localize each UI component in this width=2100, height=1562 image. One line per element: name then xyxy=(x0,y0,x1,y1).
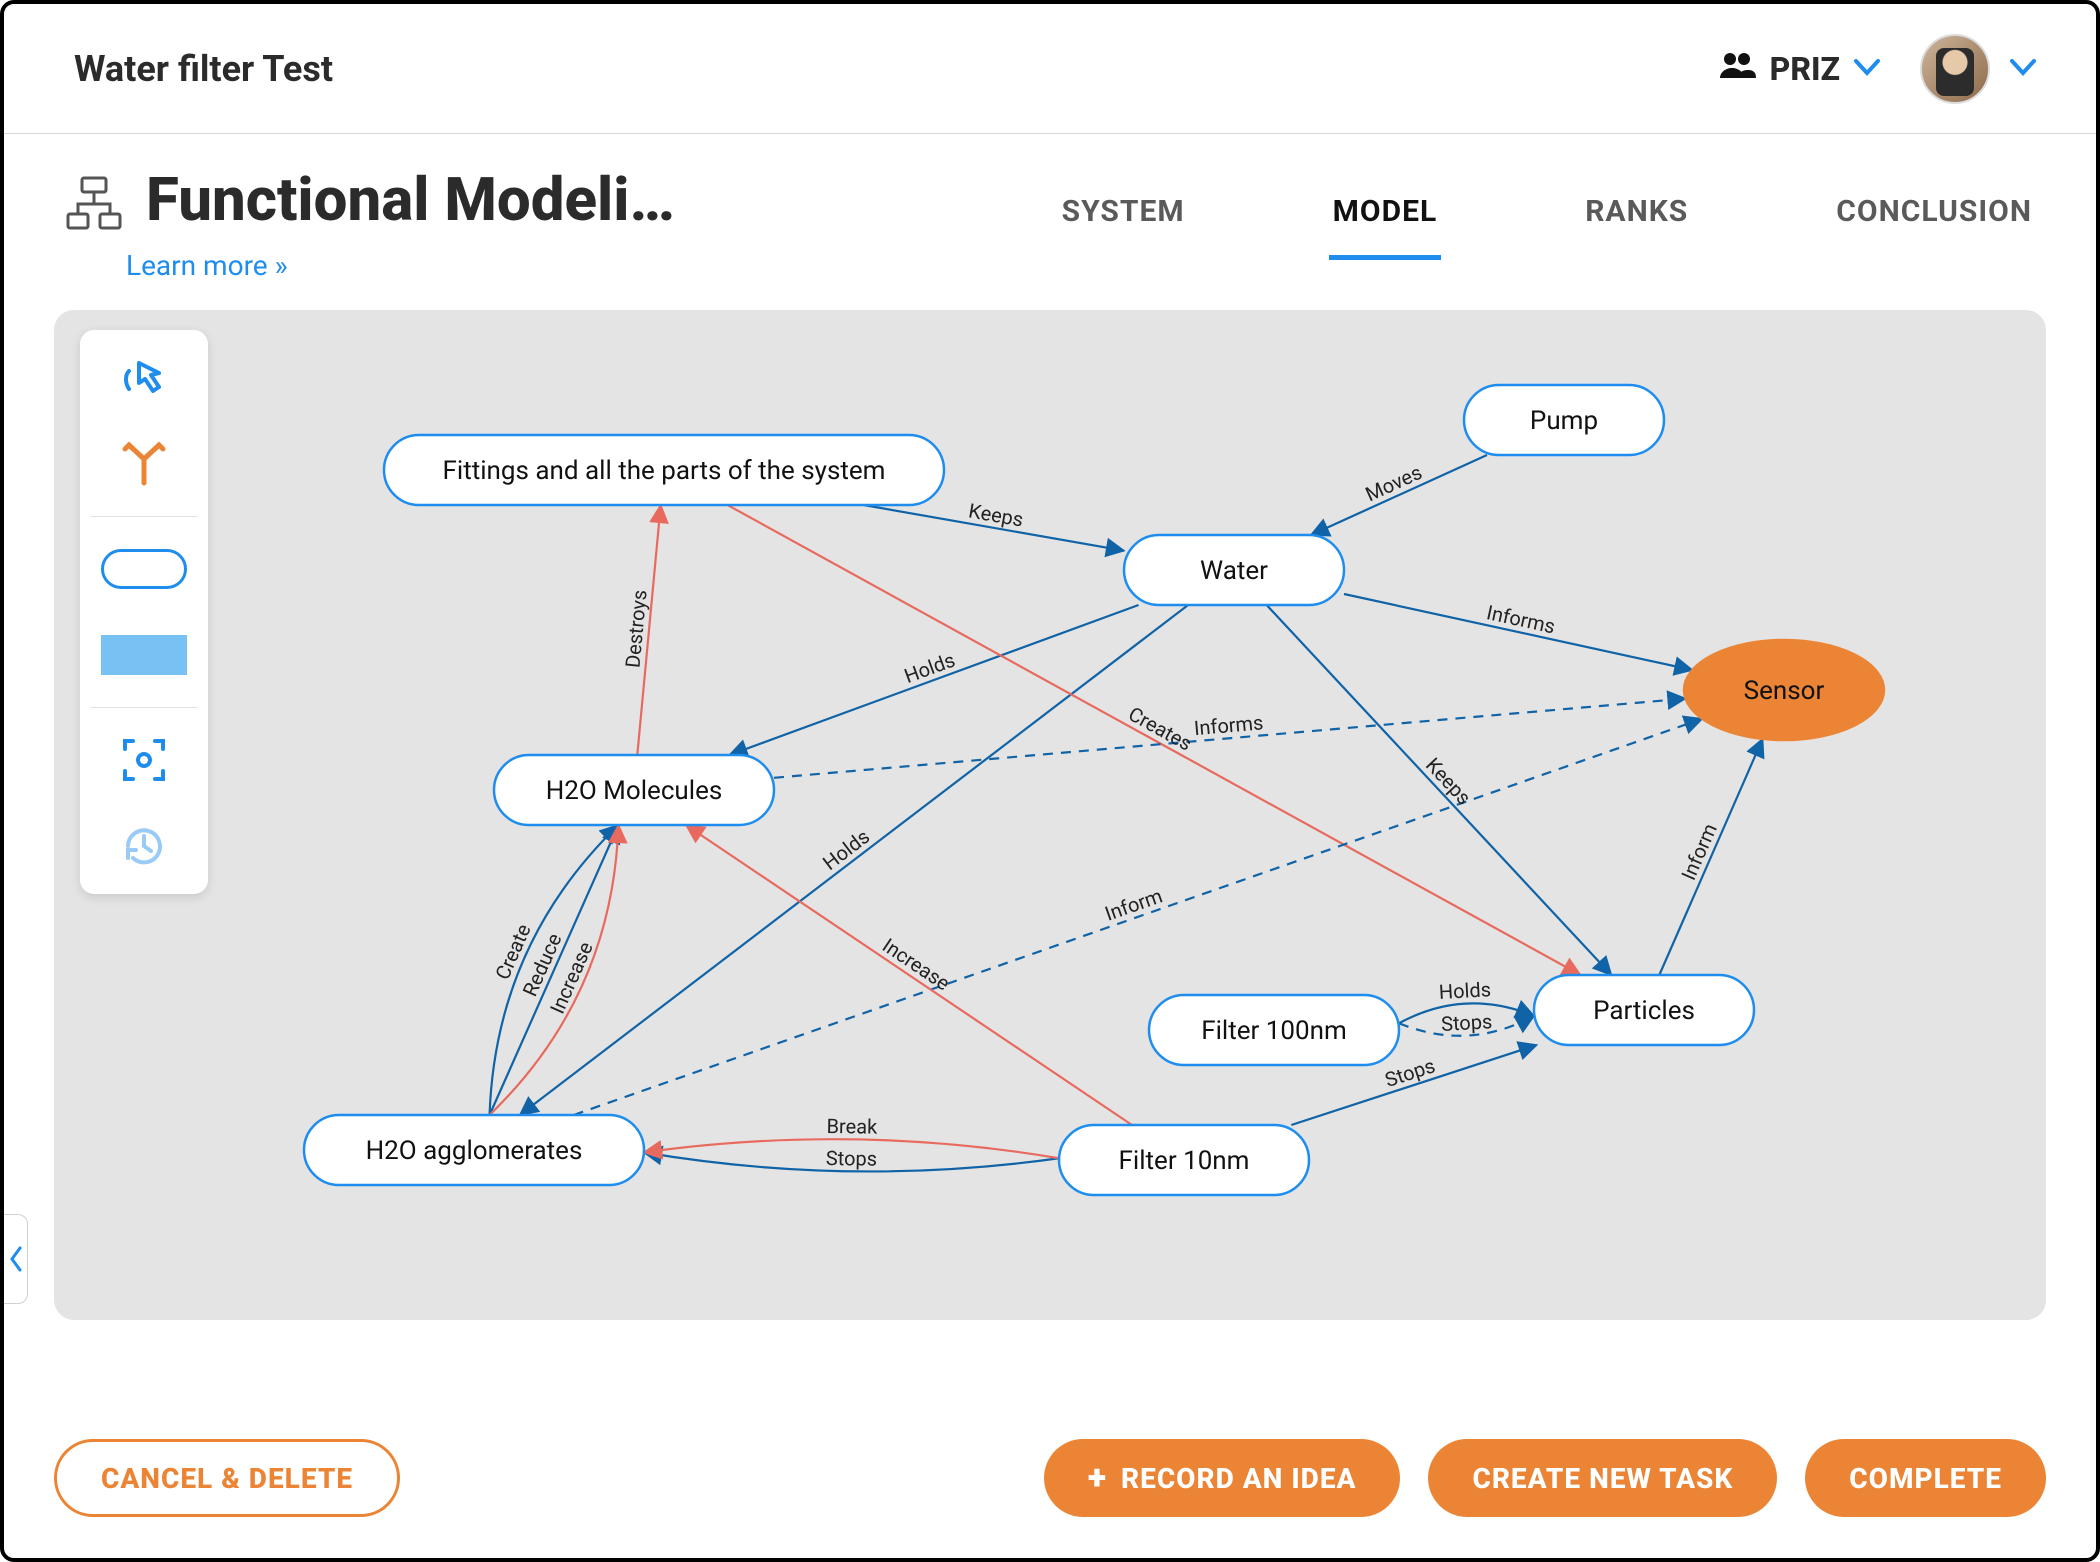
edge-label: Stops xyxy=(826,1146,878,1171)
node-fittings[interactable]: Fittings and all the parts of the system xyxy=(384,435,944,505)
tab-conclusion[interactable]: CONCLUSION xyxy=(1832,186,2036,260)
edge-label: Stops xyxy=(1440,1009,1492,1036)
node-water[interactable]: Water xyxy=(1124,535,1344,605)
subheader: Functional Modeling Learn more » SYSTEM … xyxy=(4,134,2096,282)
node-f100[interactable]: Filter 100nm xyxy=(1149,995,1399,1065)
cancel-delete-button[interactable]: CANCEL & DELETE xyxy=(54,1439,400,1517)
complete-button[interactable]: COMPLETE xyxy=(1805,1439,2046,1517)
tab-ranks[interactable]: RANKS xyxy=(1581,186,1692,260)
edge-label: Moves xyxy=(1362,460,1426,506)
tabs: SYSTEM MODEL RANKS CONCLUSION xyxy=(1058,164,2036,260)
tab-model[interactable]: MODEL xyxy=(1329,186,1442,260)
tab-system[interactable]: SYSTEM xyxy=(1058,186,1189,260)
user-menu[interactable] xyxy=(1920,34,2036,104)
avatar xyxy=(1920,34,1990,104)
edge-label: Break xyxy=(826,1114,878,1139)
edge-label: Informs xyxy=(1193,710,1264,740)
edge-label: Increase xyxy=(878,933,954,995)
edge-label: Inform xyxy=(1102,883,1166,925)
topbar: Water filter Test PRIZ xyxy=(4,4,2096,134)
node-h2o[interactable]: H2O Molecules xyxy=(494,755,774,825)
edge[interactable] xyxy=(1267,605,1612,975)
learn-more-link[interactable]: Learn more » xyxy=(126,249,686,282)
node-label: Sensor xyxy=(1744,676,1825,706)
node-label: H2O Molecules xyxy=(546,776,723,806)
chevron-down-icon xyxy=(1854,54,1880,84)
footer: CANCEL & DELETE + RECORD AN IDEA CREATE … xyxy=(4,1398,2096,1558)
node-label: Water xyxy=(1200,556,1268,586)
edge[interactable] xyxy=(729,605,1138,755)
edge[interactable] xyxy=(1344,594,1692,670)
edge[interactable] xyxy=(686,825,1132,1125)
plus-icon: + xyxy=(1088,1458,1107,1498)
page-title: Functional Modeling xyxy=(146,164,686,235)
chevron-down-icon xyxy=(2010,54,2036,84)
project-title: Water filter Test xyxy=(74,48,333,90)
edge-label: Inform xyxy=(1676,820,1722,884)
side-collapse-handle[interactable] xyxy=(4,1214,28,1304)
node-label: Filter 10nm xyxy=(1119,1146,1250,1176)
node-particles[interactable]: Particles xyxy=(1534,975,1754,1045)
node-label: Filter 100nm xyxy=(1201,1016,1347,1046)
model-canvas[interactable]: KeepsMovesInformsHoldsKeepsHoldsDestroys… xyxy=(54,310,2046,1320)
edge[interactable] xyxy=(520,605,1188,1115)
edge-label: Holds xyxy=(818,824,874,875)
edge-label: Keeps xyxy=(967,498,1025,531)
node-agg[interactable]: H2O agglomerates xyxy=(304,1115,644,1185)
edge[interactable] xyxy=(774,699,1685,778)
node-pump[interactable]: Pump xyxy=(1464,385,1664,455)
node-label: Particles xyxy=(1593,996,1695,1026)
team-label: PRIZ xyxy=(1770,50,1840,88)
team-icon xyxy=(1718,50,1756,88)
node-label: Fittings and all the parts of the system xyxy=(443,456,886,486)
node-label: Pump xyxy=(1530,406,1598,436)
edge-label: Holds xyxy=(1438,977,1491,1004)
record-idea-label: RECORD AN IDEA xyxy=(1121,1462,1356,1495)
node-f10[interactable]: Filter 10nm xyxy=(1059,1125,1309,1195)
record-idea-button[interactable]: + RECORD AN IDEA xyxy=(1044,1439,1401,1517)
functional-model-icon xyxy=(64,174,124,234)
edge[interactable] xyxy=(1659,739,1762,975)
node-label: H2O agglomerates xyxy=(366,1136,583,1166)
team-switcher[interactable]: PRIZ xyxy=(1718,50,1880,88)
node-sensor[interactable]: Sensor xyxy=(1684,640,1884,740)
create-task-button[interactable]: CREATE NEW TASK xyxy=(1428,1439,1777,1517)
diagram[interactable]: KeepsMovesInformsHoldsKeepsHoldsDestroys… xyxy=(54,310,2046,1320)
